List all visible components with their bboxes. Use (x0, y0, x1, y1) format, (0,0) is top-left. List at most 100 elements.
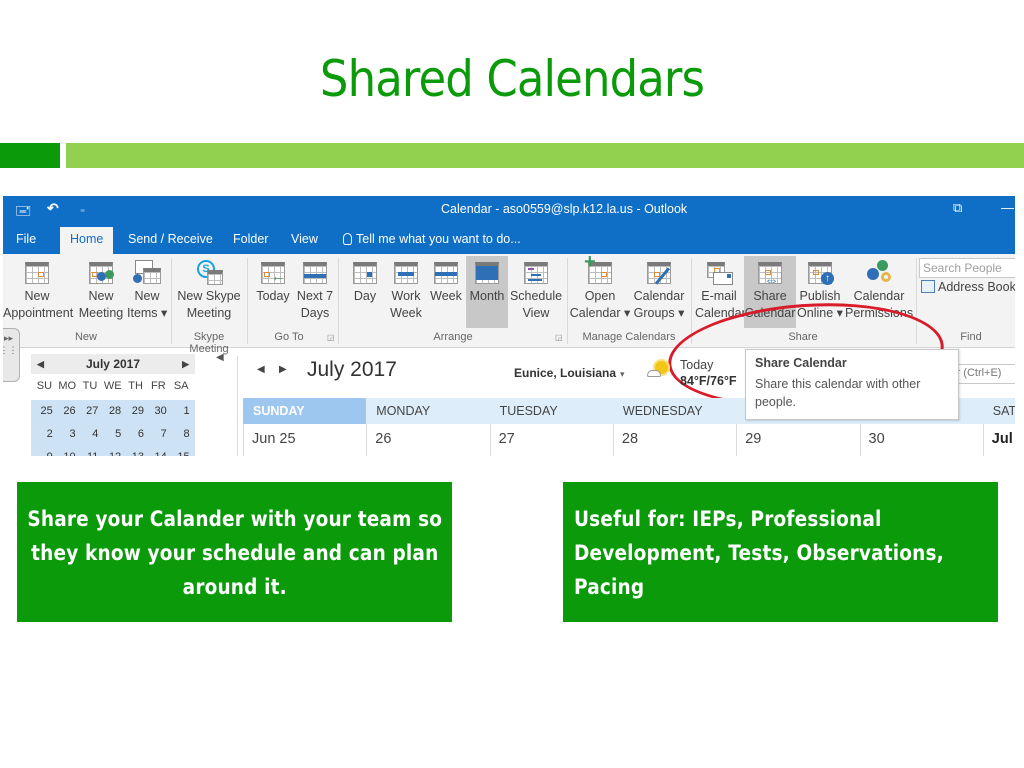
send-receive-all-icon[interactable]: 🖃 (15, 200, 31, 224)
info-box-uses-text: Useful for: IEPs, Professional Developme… (574, 507, 944, 599)
schedule-view-button[interactable]: Schedule View (508, 256, 564, 328)
new-items-icon (133, 260, 161, 286)
mini-calendar-day[interactable]: 30 (147, 400, 170, 423)
mini-calendar-day[interactable]: 8 (170, 423, 193, 446)
share-calendar-button[interactable]: ⇔ Share Calendar (744, 256, 796, 328)
address-book-button[interactable]: Address Book (921, 280, 1015, 294)
expand-navigation-pane-button[interactable]: ▸▸ ⋮⋮ (3, 328, 20, 382)
group-label-arrange: Arrange (433, 331, 473, 343)
info-box-uses: Useful for: IEPs, Professional Developme… (563, 482, 998, 622)
tab-folder[interactable]: Folder (233, 232, 268, 246)
group-separator (338, 258, 339, 344)
group-separator (691, 258, 692, 344)
calendar-day-cell[interactable]: Jul 1 (982, 424, 1015, 456)
mini-calendar-day[interactable]: 7 (147, 423, 170, 446)
search-people-input[interactable]: Search People (919, 258, 1015, 278)
new-meeting-button[interactable]: New Meeting (75, 256, 127, 328)
next-7-days-button[interactable]: Next 7 Days (295, 256, 335, 328)
open-calendar-button[interactable]: + Open Calendar ▾ (569, 252, 631, 328)
day-header-wednesday: WEDNESDAY (622, 404, 703, 418)
group-label-share: Share (788, 331, 818, 343)
group-separator (916, 258, 917, 344)
tab-view[interactable]: View (291, 232, 318, 246)
mini-calendar-day[interactable]: 2 (33, 423, 56, 446)
mini-calendar-header: ◀ July 2017 ▶ (31, 354, 195, 374)
mini-calendar-day[interactable]: 3 (56, 423, 79, 446)
mini-calendar-day[interactable]: 10 (56, 446, 79, 456)
tell-me-box[interactable]: Tell me what you want to do... (343, 232, 521, 246)
calendar-day-cell[interactable]: Jun 25 (243, 424, 366, 456)
dialog-launcher-icon[interactable]: ◲ (327, 333, 335, 342)
mini-calendar-weekdays: SU MO TU WE TH FR SA (33, 380, 193, 392)
mini-calendar-day[interactable]: 25 (33, 400, 56, 423)
new-appointment-button[interactable]: New Appointment (3, 256, 73, 328)
day-header-sunday: SUNDAY (243, 398, 367, 424)
day-view-button[interactable]: Day (346, 256, 384, 328)
outlook-screenshot: 🖃 ↶ ₌ Calendar - aso0559@slp.k12.la.us -… (3, 196, 1015, 456)
mini-calendar-day[interactable]: 12 (101, 446, 124, 456)
calendar-groups-button[interactable]: Calendar Groups ▾ (631, 256, 687, 328)
partly-sunny-icon (646, 360, 672, 380)
mini-calendar-day[interactable]: 11 (79, 446, 102, 456)
month-view-button[interactable]: Month (466, 256, 508, 328)
ribbon-display-options-icon[interactable]: ⧉ (953, 200, 962, 216)
new-skype-meeting-button[interactable]: S New Skype Meeting (175, 256, 243, 328)
mini-calendar-day[interactable]: 1 (170, 400, 193, 423)
weather-temperature: 84°F/76°F (680, 374, 737, 388)
info-box-share-text: Share your Calander with your team so th… (27, 507, 442, 599)
calendar-day-cell[interactable]: 29 (736, 424, 859, 456)
calendar-day-cell[interactable]: 28 (612, 424, 736, 456)
mini-next-month-icon[interactable]: ▶ (182, 354, 189, 374)
mini-calendar-grid: 252627282930123456789101112131415 (31, 400, 195, 456)
dialog-launcher-icon[interactable]: ◲ (555, 333, 563, 342)
mini-calendar-day[interactable]: 27 (79, 400, 102, 423)
calendar-day-cell[interactable]: 30 (859, 424, 983, 456)
email-calendar-icon (705, 260, 733, 286)
share-calendar-icon: ⇔ (756, 260, 784, 289)
tab-send-receive[interactable]: Send / Receive (128, 232, 213, 246)
customize-qat-icon[interactable]: ₌ (80, 204, 85, 215)
tooltip-title: Share Calendar (755, 356, 847, 370)
mini-calendar-day[interactable]: 5 (101, 423, 124, 446)
new-items-button[interactable]: New Items ▾ (127, 256, 167, 328)
mini-calendar-day[interactable]: 14 (147, 446, 170, 456)
day-header-saturday: SATURDAY (992, 404, 1015, 418)
calendar-day-cell[interactable]: 27 (489, 424, 613, 456)
collapse-pane-icon[interactable]: ◀ (216, 352, 224, 363)
mini-calendar-day[interactable]: 28 (101, 400, 124, 423)
today-button[interactable]: ← Today (253, 256, 293, 328)
tab-home[interactable]: Home (60, 227, 114, 254)
minimize-icon[interactable]: — (1001, 200, 1014, 215)
mini-calendar-day[interactable]: 29 (124, 400, 147, 423)
next-month-icon[interactable]: ▶ (279, 364, 287, 375)
weekday: SU (36, 380, 53, 392)
location-dropdown[interactable]: Eunice, Louisiana ▾ (514, 366, 625, 380)
mini-calendar-day[interactable]: 26 (56, 400, 79, 423)
tab-file[interactable]: File (16, 232, 36, 246)
mini-calendar-week: 9101112131415 (31, 446, 195, 456)
email-calendar-button[interactable]: E-mail Calendar (695, 256, 746, 328)
calendar-week-row: Jun 252627282930Jul 1 (243, 424, 1015, 456)
group-label-find: Find (960, 331, 982, 343)
week-view-button[interactable]: Week (427, 256, 465, 328)
open-calendar-icon: + (584, 252, 614, 286)
calendar-permissions-button[interactable]: Calendar Permissions (845, 256, 913, 328)
undo-icon[interactable]: ↶ (47, 200, 59, 217)
weekday: TU (82, 380, 98, 392)
skype-meeting-icon: S (195, 260, 223, 286)
mini-calendar-day[interactable]: 9 (33, 446, 56, 456)
mini-calendar-day[interactable]: 13 (124, 446, 147, 456)
publish-online-button[interactable]: ↑ Publish Online ▾ (797, 256, 843, 328)
mini-prev-month-icon[interactable]: ◀ (37, 354, 44, 374)
calendar-day-cell[interactable]: 26 (366, 424, 489, 456)
prev-month-icon[interactable]: ◀ (257, 364, 265, 375)
mini-calendar-month: July 2017 (85, 357, 141, 371)
next-7-days-icon (301, 260, 329, 286)
ribbon-tabs: File Home Send / Receive Folder View Tel… (3, 224, 1015, 254)
group-label-manage-calendars: Manage Calendars (582, 331, 676, 343)
work-week-button[interactable]: Work Week (386, 256, 426, 328)
mini-calendar-day[interactable]: 4 (79, 423, 102, 446)
mini-calendar-day[interactable]: 15 (170, 446, 193, 456)
title-bar: 🖃 ↶ ₌ Calendar - aso0559@slp.k12.la.us -… (3, 196, 1015, 224)
mini-calendar-day[interactable]: 6 (124, 423, 147, 446)
